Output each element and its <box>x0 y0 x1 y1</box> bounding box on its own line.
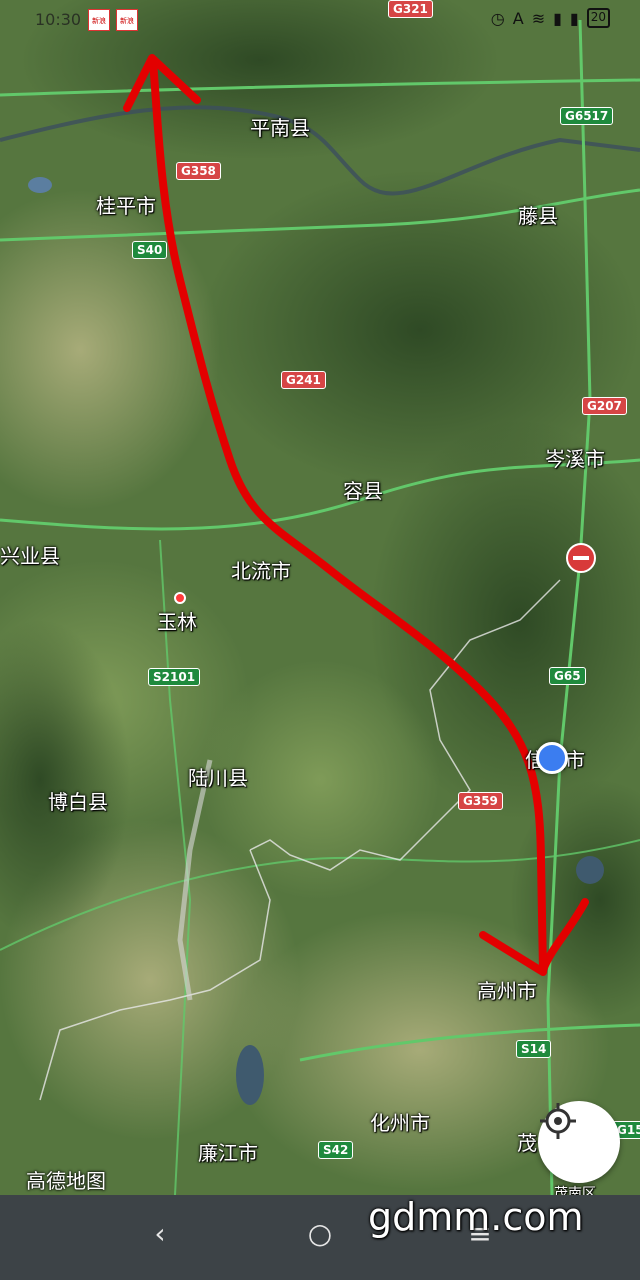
home-button[interactable]: ○ <box>300 1217 340 1250</box>
notification-icon: 新浪 <box>116 9 138 31</box>
satellite-terrain <box>0 0 640 1195</box>
road-g241: G241 <box>281 371 326 389</box>
status-bar: 10:30 新浪 新浪 ◷ A ≋ ▮ ▮ 20 <box>0 0 640 40</box>
place-gaozhou: 高州市 <box>477 979 537 1003</box>
location-dot-icon <box>536 742 568 774</box>
place-pingnan: 平南县 <box>250 116 310 140</box>
map-view[interactable]: 平南县 桂平市 藤县 岑溪市 容县 兴业县 北流市 玉林 陆川县 博白县 信宜市… <box>0 0 640 1195</box>
locate-button[interactable] <box>538 1101 620 1183</box>
road-s2101: S2101 <box>148 668 201 686</box>
place-maoming: 茂 <box>517 1131 537 1155</box>
place-yulin: 玉林 <box>157 610 197 634</box>
place-beiliu: 北流市 <box>231 559 291 583</box>
crosshair-icon <box>540 1103 576 1139</box>
place-luchuan: 陆川县 <box>188 766 248 790</box>
map-brand-logo: 高德地图 <box>26 1169 106 1193</box>
road-g359: G359 <box>458 792 503 810</box>
no-entry-icon <box>566 543 596 573</box>
place-tengxian: 藤县 <box>518 204 558 228</box>
road-g6517: G6517 <box>560 107 614 125</box>
road-g207: G207 <box>582 397 627 415</box>
notification-icon: 新浪 <box>88 9 110 31</box>
place-xingye: 兴业县 <box>0 544 60 568</box>
place-rongxian: 容县 <box>343 479 383 503</box>
battery-icon: 20 <box>586 8 610 28</box>
place-guiping: 桂平市 <box>96 194 156 218</box>
cell-signal-icon: ▮ <box>569 8 579 28</box>
alarm-icon: ◷ <box>490 8 505 28</box>
place-cenxi: 岑溪市 <box>545 447 605 471</box>
signal-a-icon: A <box>512 8 524 28</box>
place-maonan: 茂南区 <box>554 1186 596 1195</box>
road-s14: S14 <box>516 1040 552 1058</box>
back-button[interactable]: ‹ <box>140 1217 180 1250</box>
watermark: gdmm.com <box>368 1195 584 1239</box>
road-s42: S42 <box>318 1141 354 1159</box>
place-huazhou: 化州市 <box>370 1111 430 1135</box>
road-g65: G65 <box>549 667 586 685</box>
place-lianjiang: 廉江市 <box>198 1141 258 1165</box>
wifi-icon: ≋ <box>531 8 546 28</box>
road-g358: G358 <box>176 162 221 180</box>
city-marker <box>174 592 186 604</box>
place-bobai: 博白县 <box>48 790 108 814</box>
road-s40: S40 <box>132 241 168 259</box>
cell-signal-icon: ▮ <box>553 8 562 28</box>
status-icons: ◷ A ≋ ▮ ▮ 20 <box>491 8 610 28</box>
status-time: 10:30 <box>35 10 82 29</box>
